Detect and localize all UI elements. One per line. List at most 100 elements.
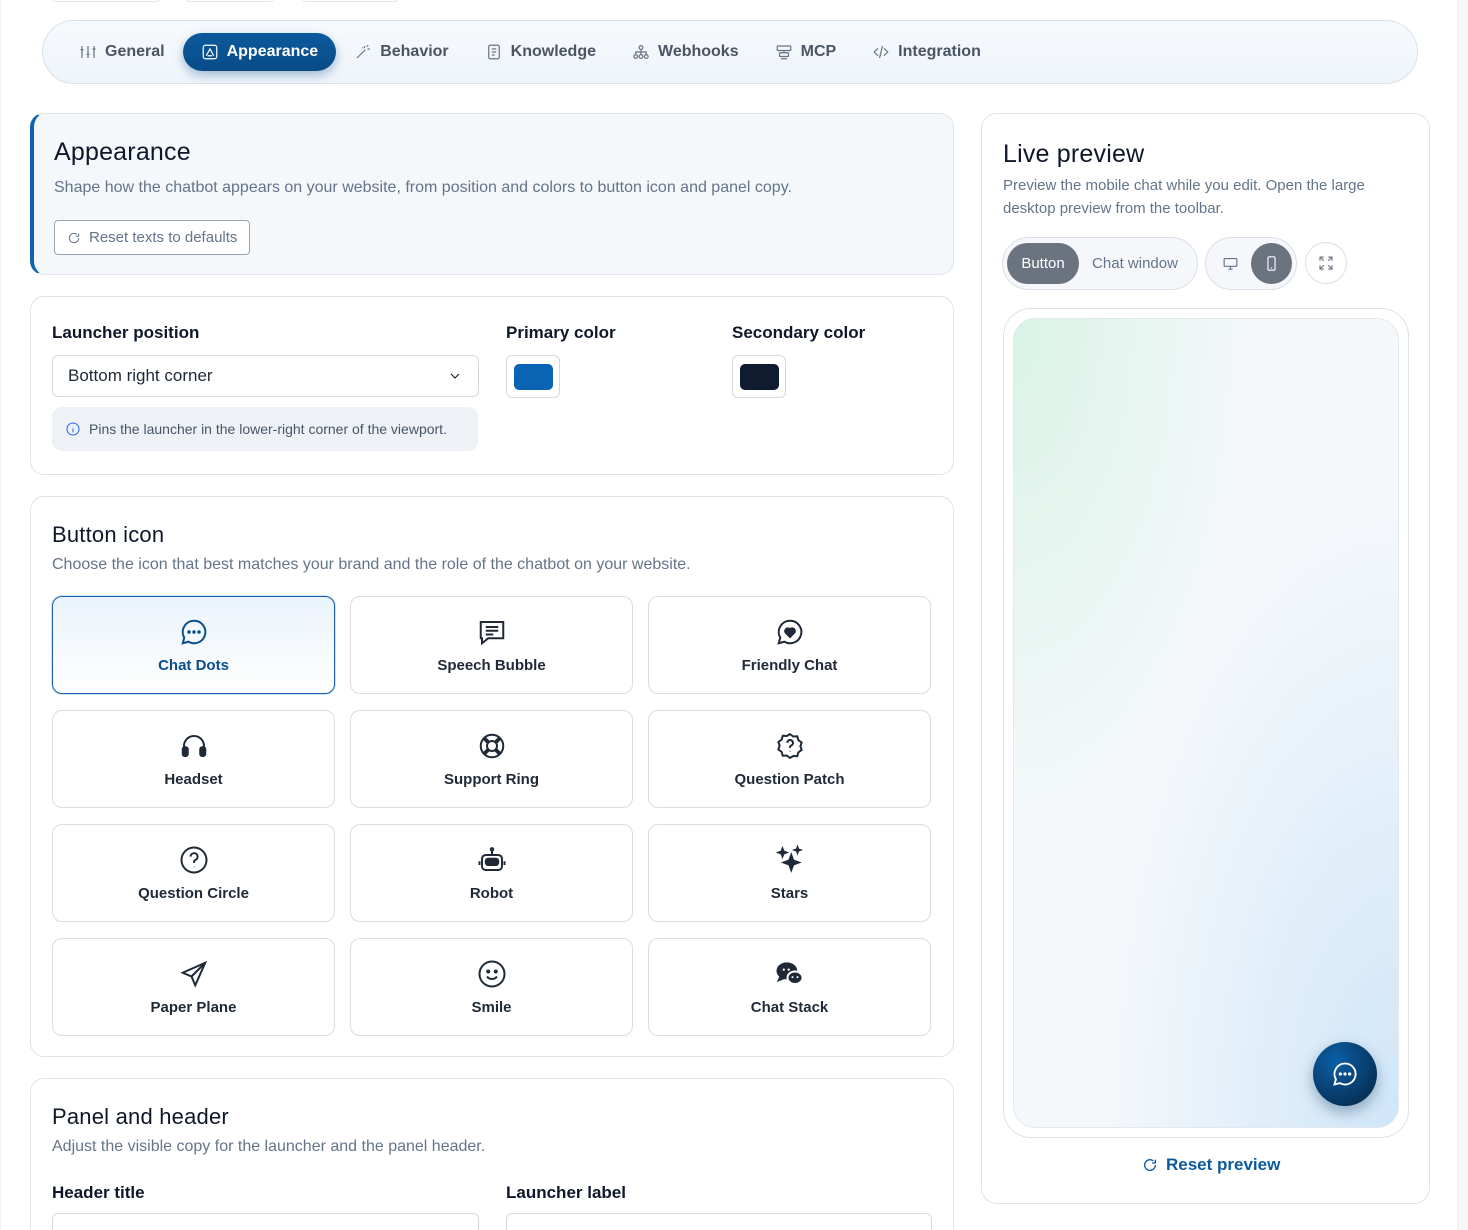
tab-webhooks[interactable]: Webhooks: [614, 33, 757, 71]
tab-knowledge[interactable]: Knowledge: [467, 33, 614, 71]
mode-button-option[interactable]: Button: [1007, 243, 1079, 284]
reset-preview-button[interactable]: Reset preview: [1142, 1155, 1280, 1175]
sliders-icon: [80, 46, 96, 58]
speech-bubble-icon: [479, 620, 504, 645]
tab-label: Appearance: [226, 43, 319, 60]
question-circle-icon: [180, 846, 207, 873]
section-subtitle: Choose the icon that best matches your b…: [52, 556, 691, 573]
tab-behavior[interactable]: Behavior: [336, 33, 466, 71]
chevron-down-icon: [450, 373, 460, 379]
launcher-label-input[interactable]: [506, 1213, 932, 1230]
icon-option-robot[interactable]: Robot: [350, 824, 633, 922]
secondary-color-picker[interactable]: [732, 355, 786, 398]
icon-option-label: Chat Stack: [750, 998, 829, 1016]
icon-option-question-patch[interactable]: Question Patch: [648, 710, 931, 808]
smile-icon: [478, 960, 505, 987]
top-stub: [186, 0, 274, 2]
mode-chat-window-option[interactable]: Chat window: [1079, 243, 1191, 284]
tab-integration[interactable]: Integration: [854, 33, 999, 71]
tab-label: Knowledge: [510, 43, 596, 60]
reset-texts-label: Reset texts to defaults: [89, 229, 238, 246]
tab-label: Integration: [898, 43, 981, 60]
icon-option-support-ring[interactable]: Support Ring: [350, 710, 633, 808]
tab-label: General: [105, 43, 165, 60]
launcher-colors-card: Launcher position Bottom right corner Pi…: [30, 296, 954, 475]
refresh-icon: [68, 232, 80, 243]
question-patch-icon: [776, 732, 803, 759]
panel-header-card: Panel and header Adjust the visible copy…: [30, 1078, 954, 1230]
section-subtitle: Shape how the chatbot appears on your we…: [54, 179, 792, 196]
preview-subtitle: Preview the mobile chat while you edit. …: [1003, 177, 1365, 217]
secondary-color-label: Secondary color: [732, 323, 866, 342]
appearance-intro-card: Appearance Shape how the chatbot appears…: [30, 113, 954, 275]
code-icon: [873, 45, 889, 59]
button-icon-card: Button icon Choose the icon that best ma…: [30, 496, 954, 1057]
document-icon: [487, 44, 500, 60]
stars-icon: [775, 844, 803, 873]
mobile-icon: [1267, 256, 1276, 271]
icon-option-label: Paper Plane: [150, 998, 237, 1016]
tab-mcp[interactable]: MCP: [757, 33, 855, 71]
chat-launcher-button[interactable]: [1313, 1042, 1377, 1106]
top-stub: [52, 0, 160, 2]
icon-option-friendly-chat[interactable]: Friendly Chat: [648, 596, 931, 694]
mobile-device-button[interactable]: [1251, 243, 1292, 284]
primary-color-swatch: [513, 363, 553, 390]
chat-dots-icon: [1333, 1062, 1357, 1086]
header-title-input[interactable]: [52, 1213, 479, 1230]
icon-option-smile[interactable]: Smile: [350, 938, 633, 1036]
section-title: Button icon: [52, 522, 165, 547]
launcher-position-hint: Pins the launcher in the lower-right cor…: [52, 407, 478, 451]
tab-label: MCP: [800, 43, 837, 60]
icon-option-label: Support Ring: [444, 770, 539, 788]
tab-label: Behavior: [380, 43, 449, 60]
icon-option-headset[interactable]: Headset: [52, 710, 335, 808]
section-title: Appearance: [54, 138, 191, 166]
palette-icon: [202, 44, 217, 60]
expand-icon: [1319, 256, 1333, 270]
refresh-icon: [1144, 1159, 1157, 1171]
icon-option-label: Robot: [469, 884, 514, 902]
tab-general[interactable]: General: [61, 33, 183, 71]
icon-option-label: Stars: [770, 884, 809, 902]
magic-wand-icon: [356, 44, 370, 59]
expand-preview-button[interactable]: [1305, 242, 1347, 284]
paper-plane-icon: [179, 960, 207, 988]
desktop-device-button[interactable]: [1210, 243, 1251, 284]
device-toggle: [1205, 237, 1297, 290]
mobile-preview-screen: [1013, 318, 1399, 1128]
icon-option-label: Headset: [164, 770, 223, 788]
icon-option-chat-dots[interactable]: Chat Dots: [52, 596, 335, 694]
icon-option-question-circle[interactable]: Question Circle: [52, 824, 335, 922]
secondary-color-swatch: [739, 363, 779, 390]
preview-mode-toggle: Button Chat window: [1002, 237, 1198, 290]
network-icon: [633, 45, 649, 59]
primary-color-picker[interactable]: [506, 355, 560, 398]
launcher-position-value: Bottom right corner: [68, 366, 213, 385]
icon-option-label: Chat Dots: [158, 656, 229, 674]
friendly-chat-icon: [776, 619, 802, 645]
robot-icon: [478, 846, 505, 871]
live-preview-card: Live preview Preview the mobile chat whi…: [981, 113, 1430, 1204]
launcher-label-label: Launcher label: [506, 1183, 626, 1202]
icon-option-stars[interactable]: Stars: [648, 824, 931, 922]
hint-text: Pins the launcher in the lower-right cor…: [89, 421, 447, 437]
top-stub: [302, 0, 398, 2]
headset-icon: [181, 734, 206, 757]
tab-appearance[interactable]: Appearance: [182, 33, 337, 71]
info-icon: [66, 422, 80, 436]
support-ring-icon: [479, 733, 504, 758]
launcher-position-select[interactable]: Bottom right corner: [52, 355, 479, 397]
icon-option-label: Speech Bubble: [437, 656, 546, 674]
reset-preview-label: Reset preview: [1166, 1155, 1281, 1174]
preview-title: Live preview: [1003, 140, 1145, 168]
reset-texts-button[interactable]: Reset texts to defaults: [54, 220, 251, 255]
chat-stack-icon: [776, 961, 803, 985]
icon-option-chat-stack[interactable]: Chat Stack: [648, 938, 931, 1036]
desktop-icon: [1223, 257, 1238, 270]
server-icon: [776, 45, 791, 60]
header-title-label: Header title: [52, 1183, 145, 1202]
icon-option-label: Question Circle: [138, 884, 249, 902]
icon-option-speech-bubble[interactable]: Speech Bubble: [350, 596, 633, 694]
icon-option-paper-plane[interactable]: Paper Plane: [52, 938, 335, 1036]
